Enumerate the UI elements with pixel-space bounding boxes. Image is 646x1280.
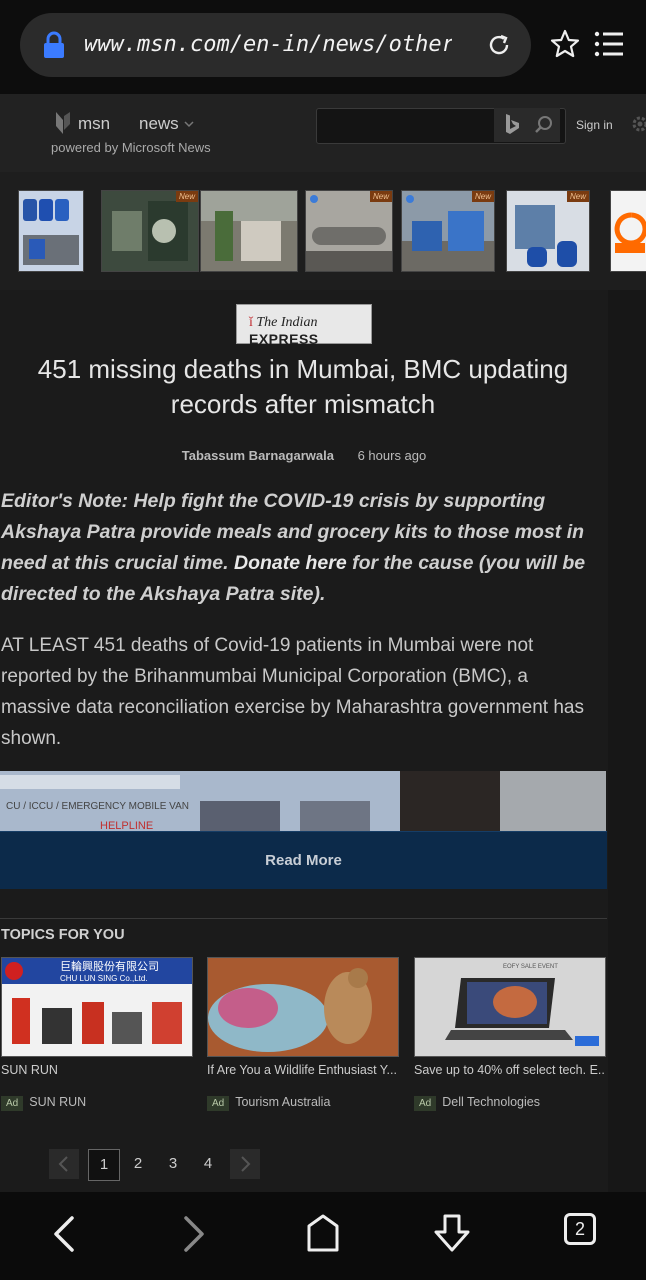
svg-text:CU / ICCU / EMERGENCY MOBILE V: CU / ICCU / EMERGENCY MOBILE VAN	[6, 801, 189, 812]
bing-search-button[interactable]	[494, 108, 528, 142]
search-icon	[535, 116, 552, 133]
powered-by-text: powered by Microsoft News	[51, 140, 211, 155]
topic-card-source: Ad Dell Technologies	[414, 1095, 606, 1111]
article-byline: Tabassum Barnagarwala 6 hours ago	[0, 448, 608, 463]
topic-card-image: 巨輪興股份有限公司 CHU LUN SING Co.,Ltd.	[1, 957, 193, 1057]
svg-text:EOFY SALE EVENT: EOFY SALE EVENT	[503, 964, 558, 970]
topic-card-source: Ad SUN RUN	[1, 1095, 193, 1111]
ad-badge: Ad	[1, 1096, 24, 1111]
forward-arrow-icon[interactable]	[172, 1212, 216, 1256]
browser-toolbar: www.msn.com/en-in/news/other/451-missing…	[0, 0, 646, 94]
topics-heading: TOPICS FOR YOU	[1, 927, 125, 943]
thumbnail-image	[306, 191, 392, 271]
thumbnail-image	[402, 191, 494, 271]
topic-card-image	[207, 957, 399, 1057]
thumbnail-2[interactable]: New	[101, 190, 199, 272]
thumbnail-4[interactable]: New	[305, 190, 393, 272]
search-button[interactable]	[528, 108, 560, 142]
chevron-down-icon[interactable]	[184, 120, 194, 128]
svg-text:CHU LUN SING Co.,Ltd.: CHU LUN SING Co.,Ltd.	[60, 974, 148, 983]
topic-card-title[interactable]: Save up to 40% off select tech. E...	[414, 1063, 606, 1077]
topic-card-2[interactable]: If Are You a Wildlife Enthusiast Y... Ad…	[207, 957, 399, 1111]
prev-page-button[interactable]	[49, 1149, 79, 1179]
article-hero-image[interactable]: CU / ICCU / EMERGENCY MOBILE VAN HELPLIN…	[0, 771, 606, 831]
topic-card-image: EOFY SALE EVENT	[414, 957, 606, 1057]
new-badge: New	[566, 191, 589, 202]
thumbnail-image	[201, 191, 297, 271]
page-4-button[interactable]: 4	[193, 1149, 223, 1179]
topic-card-source: Ad Tourism Australia	[207, 1095, 399, 1111]
article-body: AT LEAST 451 deaths of Covid-19 patients…	[1, 635, 584, 749]
svg-text:HELPLINE: HELPLINE	[100, 820, 153, 831]
thumbnail-6[interactable]: New	[506, 190, 590, 272]
publisher-logo[interactable]: ǐ The Indian EXPRESS	[236, 304, 372, 347]
tab-count-button[interactable]: 2	[564, 1213, 596, 1245]
topic-card-title[interactable]: If Are You a Wildlife Enthusiast Y...	[207, 1063, 399, 1077]
thumbnail-3[interactable]	[200, 190, 298, 272]
ambulance-image: CU / ICCU / EMERGENCY MOBILE VAN HELPLIN…	[0, 771, 606, 831]
article: ǐ The Indian EXPRESS 451 missing deaths …	[0, 290, 608, 1192]
donate-link[interactable]: Donate here	[234, 552, 347, 574]
page-1-button[interactable]: 1	[88, 1149, 120, 1181]
topic-card-1[interactable]: 巨輪興股份有限公司 CHU LUN SING Co.,Ltd. SUN RUN A…	[1, 957, 193, 1111]
reload-icon[interactable]	[486, 32, 512, 58]
msn-header: msn news powered by Microsoft News Sign …	[0, 94, 646, 173]
thumbnail-image	[102, 191, 198, 271]
thumbnail-7[interactable]	[610, 190, 646, 272]
chevron-right-icon	[241, 1156, 251, 1172]
thumbnail-carousel: New New New New	[0, 172, 646, 290]
editor-note: Editor's Note: Help fight the COVID-19 c…	[1, 490, 586, 605]
chevron-left-icon	[58, 1156, 68, 1172]
back-arrow-icon[interactable]	[42, 1212, 86, 1256]
page-3-button[interactable]: 3	[158, 1149, 188, 1179]
bing-icon	[506, 114, 519, 134]
topic-card-3[interactable]: EOFY SALE EVENT Save up to 40% off selec…	[414, 957, 606, 1111]
alibaba-logo-image	[611, 191, 646, 271]
thumbnail-image	[19, 191, 83, 271]
publisher-name: ǐ The Indian EXPRESS	[249, 315, 319, 347]
read-more-button[interactable]: Read More	[0, 831, 607, 889]
ad-badge: Ad	[414, 1096, 437, 1111]
svg-text:巨輪興股份有限公司: 巨輪興股份有限公司	[60, 959, 159, 973]
thumbnail-1[interactable]	[18, 190, 84, 272]
article-headline: 451 missing deaths in Mumbai, BMC updati…	[37, 354, 569, 419]
divider	[0, 918, 607, 919]
new-badge: New	[369, 191, 392, 202]
thumbnail-5[interactable]: New	[401, 190, 495, 272]
topic-card-title[interactable]: SUN RUN	[1, 1063, 193, 1077]
gear-icon[interactable]	[630, 114, 646, 134]
author-name[interactable]: Tabassum Barnagarwala	[182, 448, 334, 463]
sign-in-link[interactable]: Sign in	[576, 118, 613, 132]
news-section-link[interactable]: news	[139, 114, 179, 134]
right-gutter	[608, 290, 646, 1192]
lock-icon	[44, 31, 64, 58]
home-icon[interactable]	[301, 1212, 345, 1256]
next-page-button[interactable]	[230, 1149, 260, 1179]
ad-badge: Ad	[207, 1096, 230, 1111]
publish-time: 6 hours ago	[357, 448, 427, 463]
msn-brand[interactable]: msn	[78, 114, 110, 134]
download-icon[interactable]	[430, 1212, 474, 1256]
menu-list-icon[interactable]	[594, 30, 624, 58]
address-bar[interactable]: www.msn.com/en-in/news/other/451-missing…	[20, 13, 531, 77]
msn-butterfly-icon[interactable]	[52, 110, 74, 136]
bookmark-star-icon[interactable]	[550, 29, 580, 59]
new-badge: New	[471, 191, 494, 202]
new-badge: New	[175, 191, 198, 202]
thumbnail-image	[507, 191, 589, 271]
page-2-button[interactable]: 2	[123, 1149, 153, 1179]
browser-bottom-bar: 2	[0, 1192, 646, 1280]
url-text[interactable]: www.msn.com/en-in/news/other/451-missing…	[84, 29, 452, 61]
